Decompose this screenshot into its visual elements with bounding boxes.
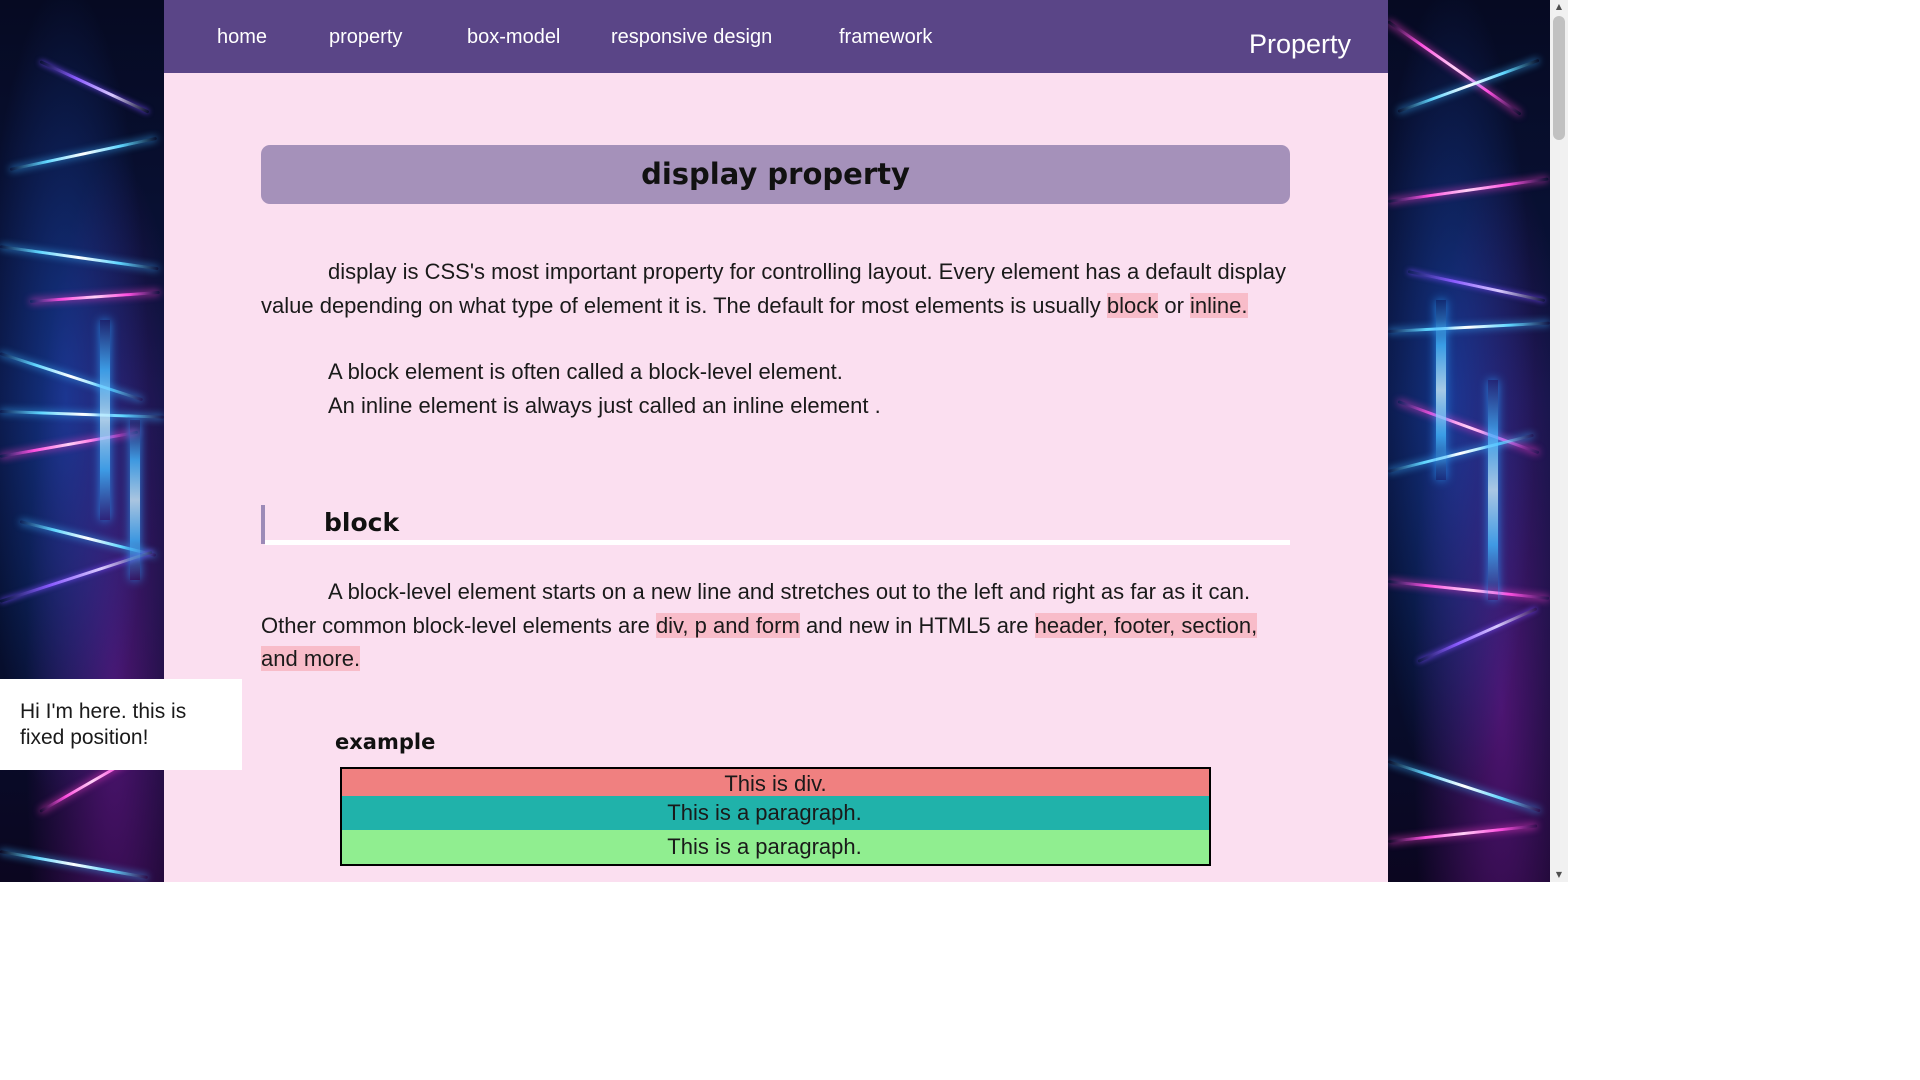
- nav-link-responsive-design[interactable]: responsive design: [611, 24, 772, 50]
- section-heading-block: block: [261, 505, 1290, 545]
- block-paragraph: A block-level element starts on a new li…: [261, 575, 1291, 676]
- scroll-up-arrow-icon[interactable]: ▲: [1550, 0, 1568, 14]
- brand-title: Property: [1248, 29, 1351, 59]
- intro-paragraph: display is CSS's most important property…: [261, 255, 1291, 322]
- nav-link-home[interactable]: home: [217, 24, 267, 50]
- highlight-div-p-form: div, p and form: [655, 612, 800, 638]
- nav-link-framework[interactable]: framework: [839, 24, 932, 50]
- example-paragraph-1: This is a paragraph.: [342, 796, 1209, 830]
- page-content: home property box-model responsive desig…: [164, 0, 1388, 882]
- scrollbar-thumb[interactable]: [1553, 16, 1565, 140]
- vertical-scrollbar[interactable]: ▲ ▼: [1550, 0, 1568, 882]
- nav-link-box-model[interactable]: box-model: [467, 24, 560, 50]
- section-title: block: [324, 508, 400, 537]
- section-accent-bar: [261, 505, 265, 544]
- example-div: This is div.: [342, 769, 1209, 796]
- title-banner: display property: [261, 145, 1290, 204]
- background-neon-right: [1388, 0, 1550, 882]
- nav-link-property[interactable]: property: [329, 24, 402, 50]
- navbar: home property box-model responsive desig…: [164, 0, 1388, 73]
- block-element-line: A block element is often called a block-…: [328, 359, 843, 384]
- intro-text-2: or: [1158, 292, 1191, 318]
- scroll-down-arrow-icon[interactable]: ▼: [1550, 868, 1568, 882]
- inline-element-line: An inline element is always just called …: [328, 393, 881, 418]
- fixed-position-note: Hi I'm here. this is fixed position!: [0, 679, 242, 770]
- section-divider: [265, 540, 1290, 545]
- page-title: display property: [641, 157, 910, 191]
- highlight-block: block: [1106, 292, 1159, 318]
- example-label: example: [335, 730, 436, 754]
- block-text-2: and new in HTML5 are: [799, 612, 1035, 638]
- highlight-inline: inline.: [1190, 292, 1248, 318]
- example-paragraph-2: This is a paragraph.: [342, 830, 1209, 864]
- example-box: This is div. This is a paragraph. This i…: [340, 767, 1211, 866]
- browser-viewport: home property box-model responsive desig…: [0, 0, 1550, 882]
